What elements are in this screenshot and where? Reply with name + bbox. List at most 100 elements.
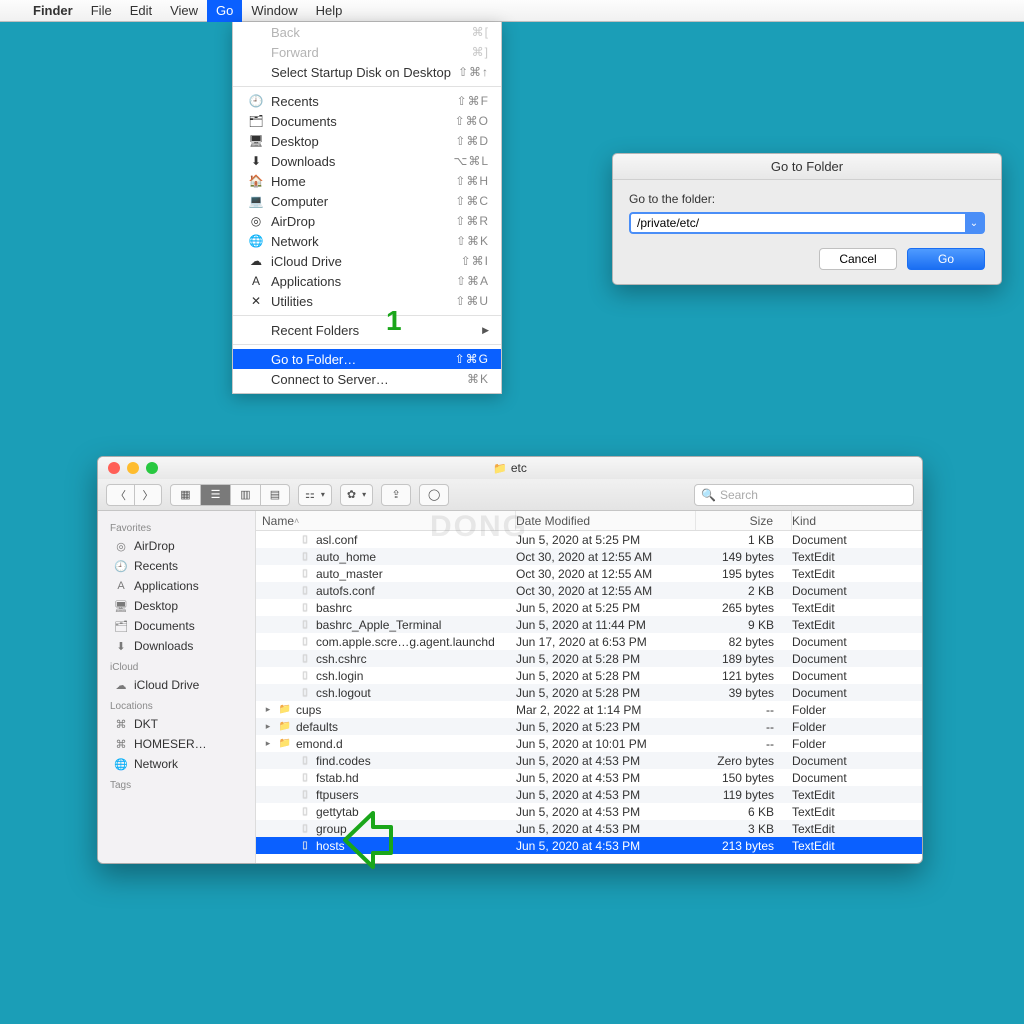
list-header[interactable]: Name Date Modified Size Kind bbox=[256, 511, 922, 531]
view-gallery-button[interactable]: ▤ bbox=[260, 484, 290, 506]
column-date[interactable]: Date Modified bbox=[516, 511, 696, 530]
file-icon: ▯ bbox=[298, 687, 312, 698]
file-date: Jun 5, 2020 at 5:28 PM bbox=[516, 669, 696, 683]
menu-item[interactable]: ✕Utilities⇧⌘U bbox=[233, 291, 501, 311]
sidebar-item[interactable]: ⌘DKT bbox=[98, 714, 255, 734]
sidebar-section-header: Locations bbox=[98, 695, 255, 714]
file-row[interactable]: ▯auto_masterOct 30, 2020 at 12:55 AM195 … bbox=[256, 565, 922, 582]
file-row[interactable]: ▯csh.logoutJun 5, 2020 at 5:28 PM39 byte… bbox=[256, 684, 922, 701]
file-size: 82 bytes bbox=[696, 635, 792, 649]
file-icon: ▯ bbox=[298, 568, 312, 579]
file-size: -- bbox=[696, 703, 792, 717]
menu-item[interactable]: Select Startup Disk on Desktop⇧⌘↑ bbox=[233, 62, 501, 82]
file-date: Jun 5, 2020 at 4:53 PM bbox=[516, 805, 696, 819]
sidebar-item[interactable]: 🖥Desktop bbox=[98, 596, 255, 616]
menu-item[interactable]: AApplications⇧⌘A bbox=[233, 271, 501, 291]
file-date: Oct 30, 2020 at 12:55 AM bbox=[516, 567, 696, 581]
file-row[interactable]: ▯com.apple.scre…g.agent.launchdJun 17, 2… bbox=[256, 633, 922, 650]
file-date: Jun 5, 2020 at 5:28 PM bbox=[516, 686, 696, 700]
column-name[interactable]: Name bbox=[256, 511, 516, 530]
group-by-button[interactable]: ⚏ bbox=[298, 484, 332, 506]
menu-item[interactable]: 🖥Desktop⇧⌘D bbox=[233, 131, 501, 151]
file-row[interactable]: ▯csh.cshrcJun 5, 2020 at 5:28 PM189 byte… bbox=[256, 650, 922, 667]
sidebar-item[interactable]: ⬇︎Downloads bbox=[98, 636, 255, 656]
sidebar-section-header: Favorites bbox=[98, 517, 255, 536]
disclosure-triangle-icon[interactable]: ▸ bbox=[262, 738, 274, 749]
disclosure-triangle-icon[interactable]: ▸ bbox=[262, 721, 274, 732]
sidebar-item[interactable]: 🗂Documents bbox=[98, 616, 255, 636]
view-columns-button[interactable]: ▥ bbox=[230, 484, 260, 506]
sidebar-item[interactable]: ⌘HOMESER… bbox=[98, 734, 255, 754]
forward-button[interactable]: 〉 bbox=[134, 484, 162, 506]
file-icon: ▯ bbox=[298, 806, 312, 817]
sidebar-item[interactable]: 🌐Network bbox=[98, 754, 255, 774]
sidebar-item-label: Desktop bbox=[134, 599, 178, 613]
menu-item-shortcut: ⇧⌘I bbox=[461, 254, 489, 268]
menu-item[interactable]: Go to Folder…⇧⌘G bbox=[233, 349, 501, 369]
menu-item[interactable]: 🗂Documents⇧⌘O bbox=[233, 111, 501, 131]
file-row[interactable]: ▯autofs.confOct 30, 2020 at 12:55 AM2 KB… bbox=[256, 582, 922, 599]
sidebar-item[interactable]: ◎AirDrop bbox=[98, 536, 255, 556]
column-size[interactable]: Size bbox=[696, 511, 792, 530]
go-button[interactable]: Go bbox=[907, 248, 985, 270]
file-row[interactable]: ▯fstab.hdJun 5, 2020 at 4:53 PM150 bytes… bbox=[256, 769, 922, 786]
file-row[interactable]: ▯auto_homeOct 30, 2020 at 12:55 AM149 by… bbox=[256, 548, 922, 565]
menu-item[interactable]: Recent Folders▶ bbox=[233, 320, 501, 340]
zoom-icon[interactable] bbox=[146, 462, 158, 474]
action-button[interactable]: ✿ bbox=[340, 484, 373, 506]
menu-item-icon: A bbox=[247, 274, 265, 288]
menu-item-icon: ◎ bbox=[247, 214, 265, 228]
menu-item[interactable]: 🌐Network⇧⌘K bbox=[233, 231, 501, 251]
menu-item-label: Go to Folder… bbox=[271, 352, 455, 367]
file-name: csh.cshrc bbox=[316, 652, 367, 666]
file-date: Jun 5, 2020 at 10:01 PM bbox=[516, 737, 696, 751]
menu-item[interactable]: Connect to Server…⌘K bbox=[233, 369, 501, 389]
menu-item[interactable]: ⬇︎Downloads⌥⌘L bbox=[233, 151, 501, 171]
cancel-button[interactable]: Cancel bbox=[819, 248, 897, 270]
menubar-view[interactable]: View bbox=[161, 0, 207, 22]
search-field[interactable]: 🔍 Search bbox=[694, 484, 914, 506]
file-row[interactable]: ▯bashrc_Apple_TerminalJun 5, 2020 at 11:… bbox=[256, 616, 922, 633]
file-row[interactable]: ▸📁cupsMar 2, 2022 at 1:14 PM--Folder bbox=[256, 701, 922, 718]
disclosure-triangle-icon[interactable]: ▸ bbox=[262, 704, 274, 715]
menubar-edit[interactable]: Edit bbox=[121, 0, 161, 22]
sidebar-item[interactable]: AApplications bbox=[98, 576, 255, 596]
minimize-icon[interactable] bbox=[127, 462, 139, 474]
folder-path-input[interactable] bbox=[631, 216, 965, 230]
sidebar-item[interactable]: 🕘Recents bbox=[98, 556, 255, 576]
file-row[interactable]: ▯ftpusersJun 5, 2020 at 4:53 PM119 bytes… bbox=[256, 786, 922, 803]
file-row[interactable]: ▯csh.loginJun 5, 2020 at 5:28 PM121 byte… bbox=[256, 667, 922, 684]
folder-path-combo[interactable]: ⌄ bbox=[629, 212, 985, 234]
window-title: etc bbox=[511, 461, 527, 475]
menubar-window[interactable]: Window bbox=[242, 0, 306, 22]
menu-item-label: Network bbox=[271, 234, 456, 249]
menu-item[interactable]: 💻Computer⇧⌘C bbox=[233, 191, 501, 211]
search-placeholder: Search bbox=[720, 488, 758, 502]
file-row[interactable]: ▯bashrcJun 5, 2020 at 5:25 PM265 bytesTe… bbox=[256, 599, 922, 616]
menubar-file[interactable]: File bbox=[82, 0, 121, 22]
file-row[interactable]: ▯find.codesJun 5, 2020 at 4:53 PMZero by… bbox=[256, 752, 922, 769]
column-kind[interactable]: Kind bbox=[792, 511, 922, 530]
close-icon[interactable] bbox=[108, 462, 120, 474]
finder-sidebar: Favorites◎AirDrop🕘RecentsAApplications🖥D… bbox=[98, 511, 256, 863]
menu-item[interactable]: 🕘Recents⇧⌘F bbox=[233, 91, 501, 111]
finder-titlebar[interactable]: 📁 etc bbox=[98, 457, 922, 479]
tags-button[interactable]: ◯ bbox=[419, 484, 449, 506]
view-icons-button[interactable]: ▦ bbox=[170, 484, 200, 506]
menubar-help[interactable]: Help bbox=[307, 0, 352, 22]
file-row[interactable]: ▸📁emond.dJun 5, 2020 at 10:01 PM--Folder bbox=[256, 735, 922, 752]
file-row[interactable]: ▯asl.confJun 5, 2020 at 5:25 PM1 KBDocum… bbox=[256, 531, 922, 548]
sidebar-item[interactable]: ☁︎iCloud Drive bbox=[98, 675, 255, 695]
menu-item[interactable]: ◎AirDrop⇧⌘R bbox=[233, 211, 501, 231]
menu-item[interactable]: ☁︎iCloud Drive⇧⌘I bbox=[233, 251, 501, 271]
file-kind: Document bbox=[792, 669, 922, 683]
file-row[interactable]: ▸📁defaultsJun 5, 2020 at 5:23 PM--Folder bbox=[256, 718, 922, 735]
menu-item[interactable]: 🏠Home⇧⌘H bbox=[233, 171, 501, 191]
view-list-button[interactable]: ☰ bbox=[200, 484, 230, 506]
share-button[interactable]: ⇪ bbox=[381, 484, 411, 506]
menubar-app[interactable]: Finder bbox=[24, 0, 82, 22]
file-name: ftpusers bbox=[316, 788, 359, 802]
combo-chevron-icon[interactable]: ⌄ bbox=[965, 214, 983, 232]
back-button[interactable]: 〈 bbox=[106, 484, 134, 506]
menubar-go[interactable]: Go bbox=[207, 0, 242, 22]
